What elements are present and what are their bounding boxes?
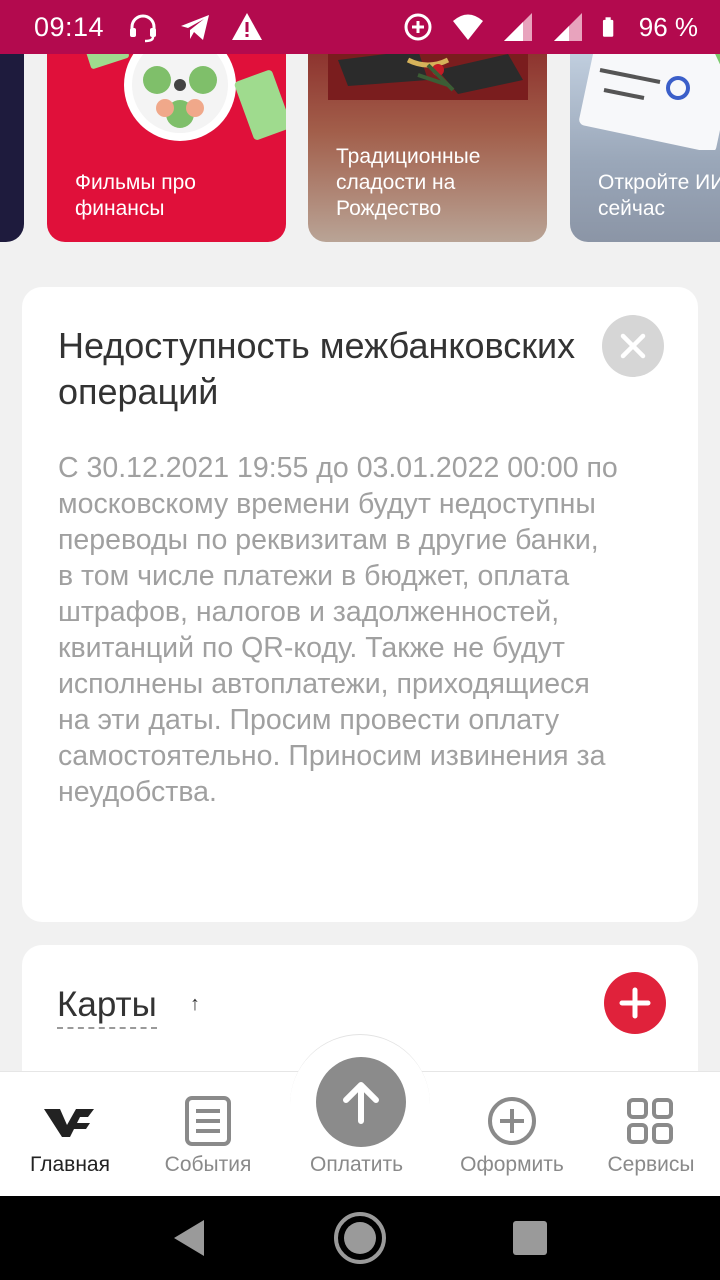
christmas-decor-icon (328, 54, 528, 100)
home-icon[interactable] (332, 1210, 388, 1266)
cards-title[interactable]: Карты (57, 985, 157, 1029)
notice-body: С 30.12.2021 19:55 до 03.01.2022 00:00 п… (58, 452, 618, 808)
close-button[interactable] (602, 315, 664, 377)
signal-icon (503, 13, 532, 41)
status-right-icons: 96 % (401, 10, 698, 44)
events-icon (185, 1096, 231, 1146)
nav-home-label: Главная (30, 1153, 110, 1176)
battery-percent: 96 % (638, 11, 698, 42)
battery-icon (602, 17, 614, 37)
headset-icon (130, 14, 157, 43)
grid-icon (627, 1098, 673, 1144)
nav-issue-label: Оформить (460, 1153, 564, 1176)
story-card[interactable] (0, 54, 24, 242)
wifi-icon (452, 14, 483, 40)
nav-services-label: Сервисы (607, 1153, 695, 1176)
notice-title: Недоступность межбанковских операций (58, 325, 576, 412)
back-icon[interactable] (166, 1214, 210, 1262)
status-time: 09:14 (34, 11, 105, 42)
story-caption: Традиционные сладости на Рождество (336, 145, 481, 220)
story-caption: Откройте ИИ сейчас (598, 171, 720, 220)
warning-icon (232, 13, 263, 40)
document-icon (579, 54, 720, 150)
story-card-christmas[interactable]: Традиционные сладости на Рождество (308, 54, 547, 242)
home-logo-icon (44, 1109, 94, 1137)
status-bar: 09:14 96 % (0, 0, 720, 54)
story-caption: Фильмы про финансы (75, 171, 196, 220)
nav-pay-label: Оплатить (310, 1153, 404, 1176)
stories-carousel[interactable]: Фильмы про финансы Традиционные сладости… (0, 54, 720, 244)
nav-events[interactable]: События (148, 1071, 268, 1196)
system-nav-bar (0, 1196, 720, 1280)
plus-icon (619, 987, 651, 1019)
recents-icon[interactable] (510, 1218, 550, 1258)
story-card-films[interactable]: Фильмы про финансы (47, 54, 286, 242)
add-card-button[interactable] (604, 972, 666, 1034)
plus-circle-icon (488, 1097, 536, 1145)
story-card-open[interactable]: Откройте ИИ сейчас (570, 54, 720, 242)
close-icon (620, 333, 646, 359)
sort-arrow-icon[interactable]: ↑ (190, 993, 200, 1016)
signal-icon (553, 13, 582, 41)
nav-pay[interactable]: Оплатить (300, 1071, 420, 1196)
notice-card: Недоступность межбанковских операций С 3… (22, 287, 698, 922)
telegram-icon (181, 15, 210, 40)
nav-issue[interactable]: Оформить (452, 1071, 572, 1196)
nav-home[interactable]: Главная (20, 1071, 120, 1196)
status-left-icons (126, 10, 264, 44)
nav-events-label: События (164, 1153, 252, 1176)
data-saver-icon (404, 13, 432, 41)
nav-services[interactable]: Сервисы (598, 1071, 704, 1196)
film-reel-icon (85, 54, 286, 141)
